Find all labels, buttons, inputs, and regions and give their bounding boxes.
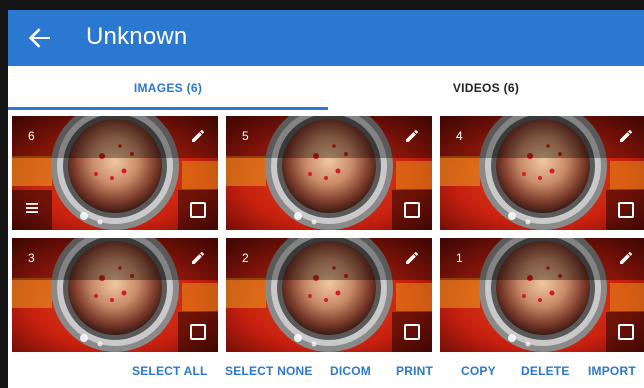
checkbox-outline-icon [618,202,634,218]
pencil-icon [402,129,424,150]
pencil-icon [616,129,638,150]
tile-header-overlay [440,116,644,158]
page-title: Unknown [86,23,188,50]
select-all-button[interactable]: SELECT ALL [132,364,208,378]
edit-button[interactable] [402,246,424,268]
back-button[interactable] [22,20,58,56]
device-frame: Unknown IMAGES (6) VIDEOS (6) 6 5 4 3 2 1 SEL… [0,0,644,388]
arrow-left-icon [28,28,50,48]
select-checkbox[interactable] [606,312,644,352]
image-tile[interactable]: 1 [440,238,644,352]
image-number: 5 [242,129,249,143]
pencil-icon [402,251,424,272]
copy-button[interactable]: COPY [461,364,496,378]
edit-button[interactable] [188,124,210,146]
pencil-icon [188,129,210,150]
image-tile[interactable]: 6 [12,116,218,230]
image-tile[interactable]: 2 [226,238,432,352]
tab-images[interactable]: IMAGES (6) [8,66,328,110]
image-tile[interactable]: 5 [226,116,432,230]
dicom-button[interactable]: DICOM [330,364,371,378]
checkbox-outline-icon [190,324,206,340]
image-number: 4 [456,129,463,143]
image-number: 3 [28,251,35,265]
image-number: 1 [456,251,463,265]
edit-button[interactable] [402,124,424,146]
select-checkbox[interactable] [606,190,644,230]
checkbox-outline-icon [404,324,420,340]
select-checkbox[interactable] [392,312,432,352]
image-tile[interactable]: 4 [440,116,644,230]
app-bar: Unknown [8,10,644,66]
edit-button[interactable] [616,124,638,146]
import-button[interactable]: IMPORT [588,364,636,378]
select-none-button[interactable]: SELECT NONE [225,364,313,378]
tile-header-overlay [440,238,644,280]
hamburger-menu-icon [25,201,39,220]
image-grid: 6 5 4 3 2 1 [12,116,644,352]
pencil-icon [188,251,210,272]
select-checkbox[interactable] [392,190,432,230]
edit-button[interactable] [616,246,638,268]
checkbox-outline-icon [190,202,206,218]
select-checkbox[interactable] [178,190,218,230]
edit-button[interactable] [188,246,210,268]
active-tab-indicator [8,107,328,110]
tab-videos[interactable]: VIDEOS (6) [328,66,644,110]
pencil-icon [616,251,638,272]
select-checkbox[interactable] [178,312,218,352]
app-screen: Unknown IMAGES (6) VIDEOS (6) 6 5 4 3 2 1 SEL… [8,10,644,388]
image-menu-button[interactable] [12,190,52,230]
delete-button[interactable]: DELETE [521,364,570,378]
image-number: 6 [28,129,35,143]
action-bar: SELECT ALL SELECT NONE DICOM PRINT COPY … [8,358,644,388]
tab-bar: IMAGES (6) VIDEOS (6) [8,66,644,110]
image-number: 2 [242,251,249,265]
checkbox-outline-icon [404,202,420,218]
image-tile[interactable]: 3 [12,238,218,352]
checkbox-outline-icon [618,324,634,340]
print-button[interactable]: PRINT [396,364,433,378]
